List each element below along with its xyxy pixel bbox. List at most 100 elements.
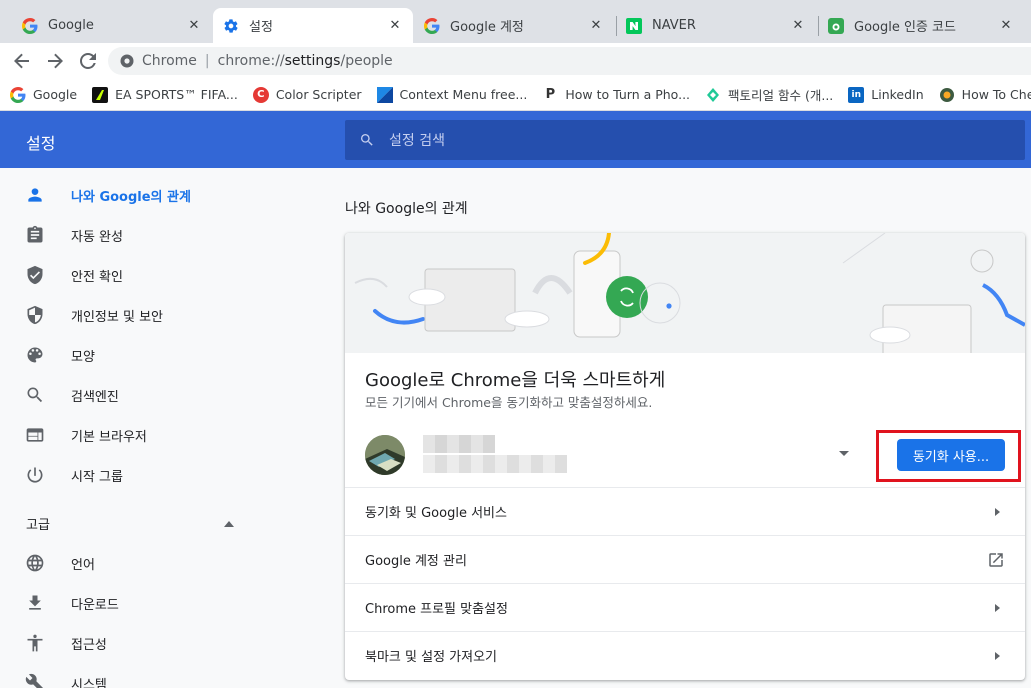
site-chip-label: Chrome: [142, 53, 197, 69]
url-text: chrome://settings/people: [218, 53, 393, 69]
search-icon: [24, 384, 46, 406]
person-icon: [24, 184, 46, 206]
sidebar-item-default-browser[interactable]: 기본 브라우저: [24, 425, 147, 445]
close-icon[interactable]: ✕: [387, 18, 403, 34]
sidebar-item-label: 언어: [71, 557, 95, 573]
settings-sidebar: 나와 Google의 관계 자동 완성 안전 확인 개인정보 및 보안 모양 검…: [0, 168, 300, 688]
tab-separator: [616, 16, 617, 36]
back-button[interactable]: [10, 49, 34, 73]
shield-half-icon: [24, 304, 46, 326]
section-title: 나와 Google의 관계: [345, 201, 468, 217]
url-path: /people: [340, 53, 393, 69]
tab-separator: [818, 16, 819, 36]
sidebar-item-downloads[interactable]: 다운로드: [24, 593, 119, 613]
sidebar-item-safety-check[interactable]: 안전 확인: [24, 265, 123, 285]
shield-check-icon: [24, 264, 46, 286]
close-icon[interactable]: ✕: [790, 18, 806, 34]
p-icon: P: [545, 87, 556, 102]
sidebar-item-privacy-security[interactable]: 개인정보 및 보안: [24, 305, 163, 325]
sidebar-item-accessibility[interactable]: 접근성: [24, 633, 107, 653]
tab-title: Google: [48, 18, 94, 33]
google-g-icon: [10, 86, 26, 103]
tab-title: NAVER: [652, 18, 696, 33]
turn-on-sync-button[interactable]: 동기화 사용...: [897, 439, 1005, 471]
sidebar-item-appearance[interactable]: 모양: [24, 345, 95, 365]
sidebar-item-you-and-google[interactable]: 나와 Google의 관계: [24, 185, 191, 205]
row-label: Chrome 프로필 맞춤설정: [365, 602, 508, 617]
clipboard-icon: [24, 224, 46, 246]
sidebar-item-label: 접근성: [71, 637, 107, 653]
browser-toolbar: Chrome | chrome://settings/people: [0, 43, 1031, 79]
row-label: 동기화 및 Google 서비스: [365, 506, 507, 521]
accessibility-icon: [24, 632, 46, 654]
tab-settings[interactable]: 설정 ✕: [213, 8, 413, 43]
chevron-up-icon: [224, 520, 234, 527]
bookmark-check-ubuntu[interactable]: How To Check Ub...: [939, 87, 1031, 103]
row-label: Google 계정 관리: [365, 554, 467, 569]
sidebar-item-languages[interactable]: 언어: [24, 553, 95, 573]
settings-title: 설정: [26, 134, 56, 153]
advanced-label: 고급: [26, 518, 50, 533]
bookmark-label: Context Menu free...: [399, 87, 528, 102]
row-customize-profile[interactable]: Chrome 프로필 맞춤설정: [345, 583, 1025, 631]
close-icon[interactable]: ✕: [588, 18, 604, 34]
sidebar-item-autofill[interactable]: 자동 완성: [24, 225, 123, 245]
sidebar-item-system[interactable]: 시스템: [24, 673, 107, 688]
avatar: [365, 435, 405, 475]
forward-button[interactable]: [43, 49, 67, 73]
arrow-right-icon: [995, 651, 1000, 660]
bookmark-ea-fifa[interactable]: EA SPORTS™ FIFA...: [92, 86, 238, 103]
bookmark-google[interactable]: Google: [10, 86, 77, 103]
bookmark-label: How to Turn a Pho...: [565, 87, 691, 102]
bookmark-factorial[interactable]: 팩토리얼 함수 (개...: [705, 85, 833, 104]
sidebar-item-label: 개인정보 및 보안: [71, 309, 163, 325]
address-bar[interactable]: Chrome | chrome://settings/people: [108, 47, 1031, 75]
tab-google[interactable]: Google ✕: [12, 8, 212, 43]
promo-title: Google로 Chrome을 더욱 스마트하게: [365, 370, 666, 391]
settings-search-input[interactable]: 설정 검색: [345, 120, 1025, 160]
bookmark-label: EA SPORTS™ FIFA...: [115, 87, 238, 102]
tab-strip: Google ✕ 설정 ✕ Google 계정 ✕ NAVER ✕ Google…: [0, 0, 1031, 43]
people-card: Google로 Chrome을 더욱 스마트하게 모든 기기에서 Chrome을…: [345, 233, 1025, 680]
row-manage-google-account[interactable]: Google 계정 관리: [345, 535, 1025, 583]
authenticator-icon: [828, 17, 844, 34]
row-sync-and-services[interactable]: 동기화 및 Google 서비스: [345, 487, 1025, 535]
sidebar-item-on-startup[interactable]: 시작 그룹: [24, 465, 123, 485]
sidebar-item-label: 다운로드: [71, 597, 119, 613]
bookmark-context-menu[interactable]: Context Menu free...: [376, 86, 528, 103]
close-icon[interactable]: ✕: [998, 18, 1014, 34]
sidebar-item-search-engine[interactable]: 검색엔진: [24, 385, 119, 405]
settings-gear-icon: [223, 18, 239, 34]
bookmark-turn-a-photo[interactable]: P How to Turn a Pho...: [542, 87, 690, 103]
google-g-icon: [22, 17, 38, 34]
bookmark-linkedin[interactable]: in LinkedIn: [848, 86, 924, 103]
close-icon[interactable]: ✕: [186, 18, 202, 34]
promo-subtitle: 모든 기기에서 Chrome을 동기화하고 맞춤설정하세요.: [365, 395, 653, 410]
sidebar-item-label: 시스템: [71, 677, 107, 688]
advanced-toggle[interactable]: 고급: [26, 514, 234, 533]
tab-title: 설정: [249, 20, 273, 35]
account-email-redacted: [423, 455, 567, 473]
power-icon: [24, 464, 46, 486]
tab-google-account[interactable]: Google 계정 ✕: [414, 8, 614, 43]
row-import-bookmarks[interactable]: 북마크 및 설정 가져오기: [345, 631, 1025, 679]
factorial-icon: [705, 87, 721, 103]
sync-illustration-banner: [345, 233, 1025, 358]
forward-arrow-icon: [48, 53, 63, 69]
sidebar-item-label: 검색엔진: [71, 389, 119, 405]
download-icon: [24, 592, 46, 614]
bookmark-label: 팩토리얼 함수 (개...: [728, 88, 834, 103]
account-name-redacted: [423, 435, 495, 453]
sync-illustration: [354, 233, 1025, 358]
sidebar-item-label: 자동 완성: [71, 229, 123, 245]
google-g-icon: [424, 17, 440, 34]
tab-google-authenticator[interactable]: Google 인증 코드 ✕: [818, 8, 1024, 43]
bookmark-label: Color Scripter: [275, 87, 362, 102]
row-label: 북마크 및 설정 가져오기: [365, 650, 497, 665]
back-arrow-icon: [14, 53, 29, 69]
account-dropdown-icon[interactable]: [839, 451, 849, 456]
tab-title: Google 인증 코드: [854, 20, 956, 35]
reload-button[interactable]: [76, 49, 100, 73]
bookmark-color-scripter[interactable]: C Color Scripter: [252, 86, 362, 103]
tab-naver[interactable]: NAVER ✕: [616, 8, 816, 43]
